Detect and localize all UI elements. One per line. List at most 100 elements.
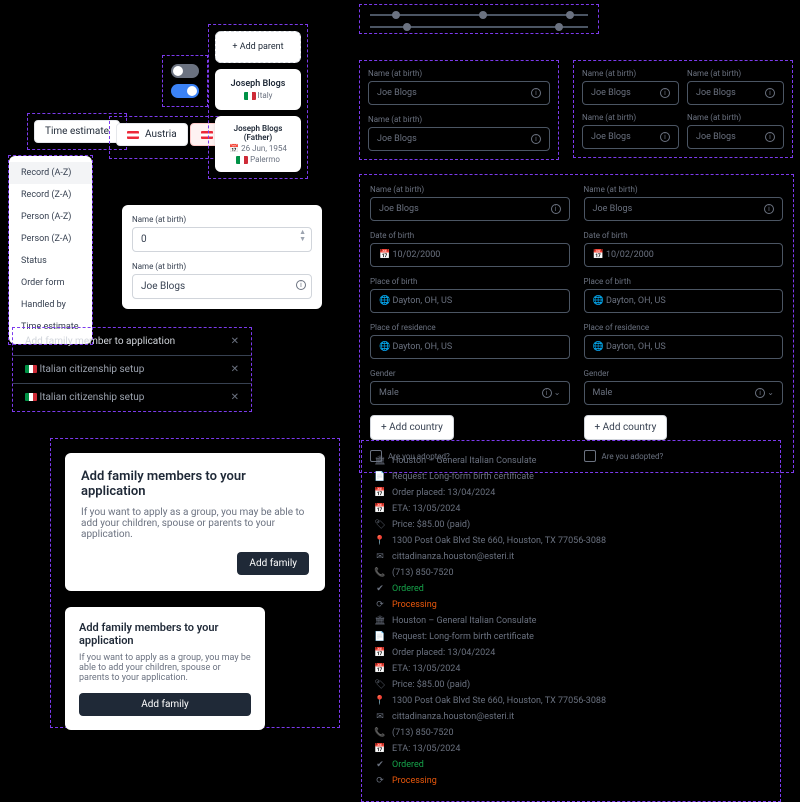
info-row: ✔Ordered: [374, 757, 768, 773]
sort-menu: Record (A-Z)Record (Z-A)Person (A-Z)Pers…: [9, 156, 92, 344]
pob-input[interactable]: 🌐 Dayton, OH, US: [370, 289, 570, 313]
name-input[interactable]: Joe Blogsi: [370, 197, 570, 221]
name-input[interactable]: Joe Blogsi: [368, 127, 550, 151]
name-input[interactable]: Joe Blogsi: [582, 81, 679, 105]
info-text: ETA: 13/05/2024: [392, 744, 460, 754]
toggle-off[interactable]: [171, 64, 199, 78]
field-label: Name (at birth): [582, 69, 679, 78]
calendar-icon: 📅: [374, 504, 386, 514]
name-input[interactable]: Joe Blogsi: [687, 125, 784, 149]
italy-flag-icon: [236, 156, 248, 164]
sort-option[interactable]: Record (Z-A): [9, 184, 92, 206]
pob-input[interactable]: 🌐 Dayton, OH, US: [584, 289, 784, 313]
name-input[interactable]: [132, 274, 312, 299]
info-text: Price: $85.00 (paid): [392, 520, 470, 530]
person-card[interactable]: Joseph Blogs Italy: [215, 69, 301, 110]
info-text: Houston – General Italian Consulate: [392, 616, 536, 626]
info-text: Processing: [392, 600, 437, 610]
promo-card-large: Add family members to your application I…: [65, 453, 325, 591]
tag-icon: 🏷: [374, 680, 386, 690]
calendar-icon: 📅: [374, 488, 386, 498]
info-row: 📄Request: Long-form birth certificate: [374, 469, 768, 485]
austria-flag-icon: [127, 131, 139, 139]
phone-icon: 📞: [374, 568, 386, 578]
sort-option[interactable]: Person (Z-A): [9, 228, 92, 250]
info-text: Ordered: [392, 584, 424, 594]
info-icon: i: [765, 88, 775, 98]
sort-option[interactable]: Order form: [9, 272, 92, 294]
info-icon: i: [764, 204, 774, 214]
add-country-button[interactable]: + Add country: [584, 415, 668, 440]
add-parent-button[interactable]: + Add parent: [215, 31, 301, 63]
add-family-button[interactable]: Add family: [237, 552, 309, 575]
toggle-on[interactable]: [171, 84, 199, 98]
number-input[interactable]: [132, 227, 312, 252]
info-icon: i: [660, 88, 670, 98]
info-text: cittadinanza.houston@esteri.it: [392, 552, 514, 562]
info-text: cittadinanza.houston@esteri.it: [392, 712, 514, 722]
field-label: Place of residence: [370, 323, 570, 332]
check-icon: ✔: [374, 760, 386, 770]
info-row: 🏷 Price: $85.00 (paid): [374, 517, 768, 533]
info-icon: i: [765, 132, 775, 142]
info-row: 📅ETA: 13/05/2024: [374, 661, 768, 677]
por-input[interactable]: 🌐 Dayton, OH, US: [370, 335, 570, 359]
calendar-icon: 📅: [374, 664, 386, 674]
austria-chip-outline[interactable]: Austria: [116, 123, 188, 146]
sort-option[interactable]: Record (A-Z): [9, 162, 92, 184]
field-label: Date of birth: [370, 231, 570, 240]
add-family-button[interactable]: Add family: [79, 693, 251, 716]
field-label: Place of residence: [584, 323, 784, 332]
info-row: ✉ cittadinanza.houston@esteri.it: [374, 549, 768, 565]
field-label: Date of birth: [584, 231, 784, 240]
time-estimate-chip[interactable]: Time estimate: [34, 120, 120, 143]
info-row: ✔Ordered: [374, 581, 768, 597]
name-input[interactable]: Joe Blogsi: [582, 125, 679, 149]
slider-1[interactable]: [370, 14, 588, 16]
info-row: 📅ETA: 13/05/2024: [374, 501, 768, 517]
person-detail-card[interactable]: Joseph Blogs (Father) 📅 26 Jun, 1954 Pal…: [215, 116, 301, 172]
gender-select[interactable]: Malei ⌄: [370, 381, 570, 405]
info-text: Houston – General Italian Consulate: [392, 456, 536, 466]
name-input[interactable]: Joe Blogsi: [584, 197, 784, 221]
promo-body: If you want to apply as a group, you may…: [79, 653, 251, 683]
mail-icon: ✉: [374, 712, 386, 722]
info-text: Price: $85.00 (paid): [392, 680, 470, 690]
phone-icon: 📞: [374, 728, 386, 738]
field-label: Name (at birth): [368, 69, 550, 78]
sort-option[interactable]: Person (A-Z): [9, 206, 92, 228]
building-icon: 🏛: [374, 456, 386, 466]
progress-icon: ⟳: [374, 776, 386, 786]
dob-input[interactable]: 📅 10/02/2000: [370, 243, 570, 267]
close-icon[interactable]: ✕: [231, 336, 239, 347]
modal-item[interactable]: Italian citizenship setup ✕: [13, 356, 251, 384]
document-icon: 📄: [374, 632, 386, 642]
add-country-button[interactable]: + Add country: [370, 415, 454, 440]
sort-option[interactable]: Status: [9, 250, 92, 272]
close-icon[interactable]: ✕: [231, 364, 239, 375]
info-row: 🏛 Houston – General Italian Consulate: [374, 453, 768, 469]
slider-2[interactable]: [370, 26, 588, 28]
chevron-down-icon: ⌄: [554, 388, 561, 397]
building-icon: 🏛: [374, 616, 386, 626]
por-input[interactable]: 🌐 Dayton, OH, US: [584, 335, 784, 359]
close-icon[interactable]: ✕: [231, 392, 239, 403]
info-row: 🏷 Price: $85.00 (paid): [374, 677, 768, 693]
info-icon: i: [551, 204, 561, 214]
field-label: Name (at birth): [687, 113, 784, 122]
gender-select[interactable]: Malei ⌄: [584, 381, 784, 405]
dob-input[interactable]: 📅 10/02/2000: [584, 243, 784, 267]
name-input[interactable]: Joe Blogsi: [368, 81, 550, 105]
tag-icon: 🏷: [374, 520, 386, 530]
name-label: Name (at birth): [132, 215, 312, 224]
mail-icon: ✉: [374, 552, 386, 562]
info-text: 1300 Post Oak Blvd Ste 660, Houston, TX …: [392, 696, 606, 706]
info-text: Request: Long-form birth certificate: [392, 472, 534, 482]
sort-option[interactable]: Handled by: [9, 294, 92, 316]
info-row: 🏛 Houston – General Italian Consulate: [374, 613, 768, 629]
modal-item[interactable]: Italian citizenship setup ✕: [13, 384, 251, 411]
info-icon: i: [531, 88, 541, 98]
field-label: Gender: [370, 369, 570, 378]
name-input[interactable]: Joe Blogsi: [687, 81, 784, 105]
field-label: Place of birth: [584, 277, 784, 286]
